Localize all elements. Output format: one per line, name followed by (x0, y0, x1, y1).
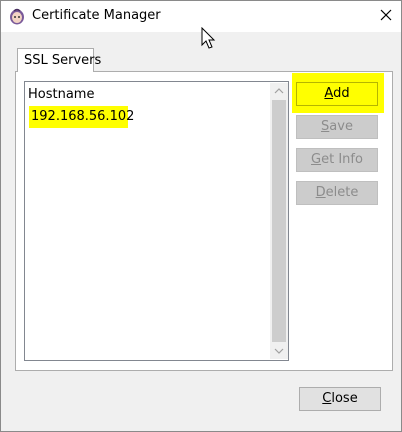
get-info-button-label-rest: et Info (321, 152, 363, 167)
get-info-button[interactable]: Get Info (296, 148, 378, 172)
list-header-hostname: Hostname (28, 87, 95, 102)
list-item[interactable]: 192.168.56.102 (29, 106, 134, 128)
vertical-scrollbar[interactable] (270, 83, 288, 359)
close-button-mnemonic: C (322, 391, 332, 406)
hostname-list[interactable]: Hostname 192.168.56.102 (24, 81, 289, 361)
window-title: Certificate Manager (32, 8, 161, 23)
delete-button-mnemonic: D (315, 185, 326, 200)
close-icon[interactable] (375, 4, 397, 26)
add-button-label-rest: dd (333, 86, 350, 101)
app-icon (10, 8, 24, 25)
add-button-mnemonic: A (324, 86, 334, 101)
tab-ssl-servers[interactable]: SSL Servers (17, 48, 101, 72)
scroll-down-arrow-icon[interactable] (270, 342, 288, 359)
close-button[interactable]: Close (299, 387, 381, 411)
list-item-hostname: 192.168.56.102 (31, 109, 135, 124)
close-button-label-rest: lose (331, 391, 358, 406)
certificate-manager-window: Certificate Manager SSL Servers Hostname… (0, 0, 402, 432)
scrollbar-thumb[interactable] (272, 100, 286, 342)
scroll-up-arrow-icon[interactable] (270, 83, 288, 100)
delete-button-label-rest: elete (325, 185, 359, 200)
save-button-label-rest: ave (329, 119, 353, 134)
add-button[interactable]: Add (296, 82, 378, 106)
mouse-pointer-icon (201, 27, 216, 49)
tab-label: SSL Servers (24, 53, 102, 68)
save-button[interactable]: Save (296, 115, 378, 139)
get-info-button-mnemonic: G (311, 152, 322, 167)
delete-button[interactable]: Delete (296, 181, 378, 205)
